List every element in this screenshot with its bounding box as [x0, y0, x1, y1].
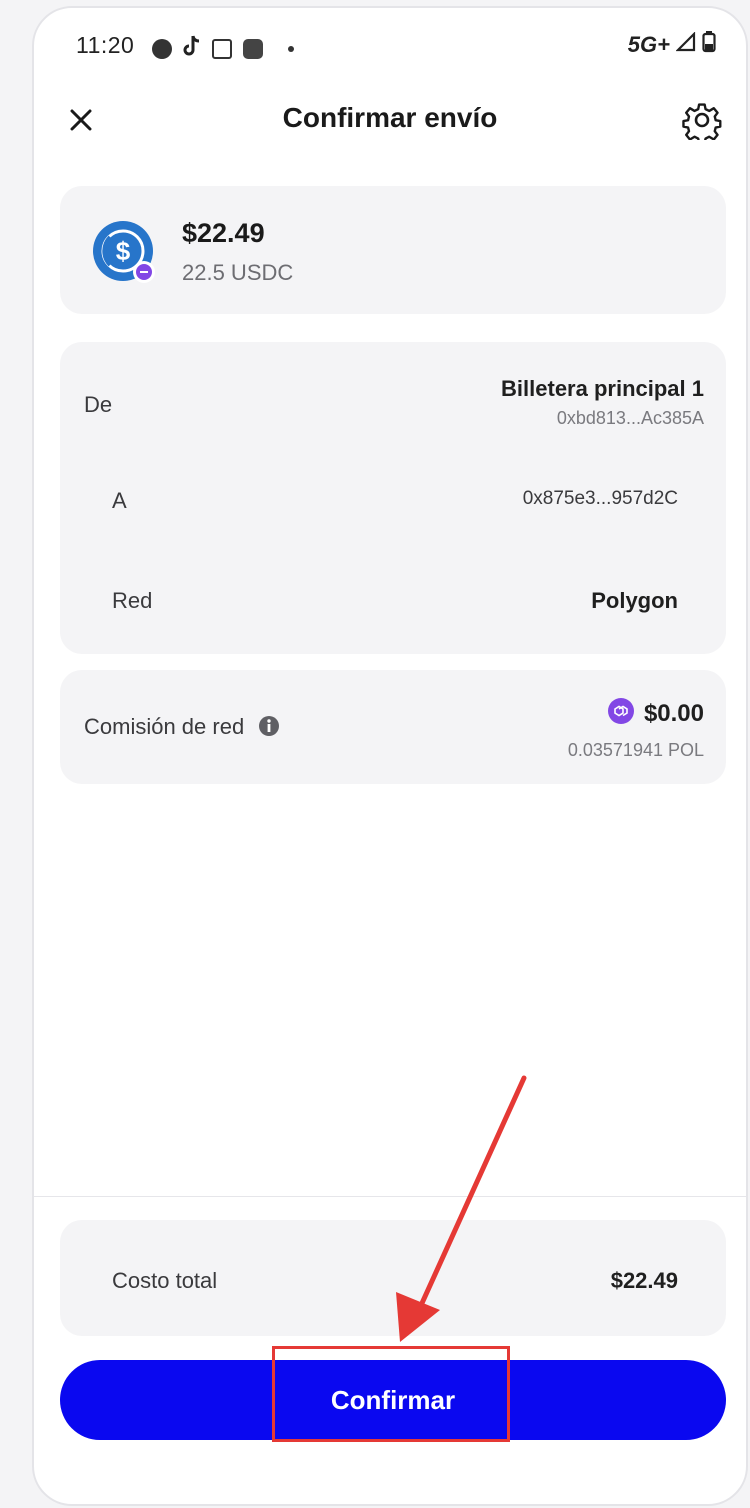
- status-bar: 11:20 5G+: [34, 8, 746, 88]
- footer-divider: [34, 1196, 746, 1197]
- fee-value: $0.00: [607, 698, 704, 729]
- cast-icon: [212, 38, 232, 59]
- send-amount-token: 22.5 USDC: [182, 260, 294, 285]
- phone-screen: 11:20 5G+ Confirmar envío $ $22.49 22.5 …: [32, 6, 748, 1506]
- confirm-button[interactable]: Confirmar: [60, 1360, 726, 1440]
- send-amount: $22.49: [182, 218, 265, 248]
- amount-card: $ $22.49 22.5 USDC: [60, 186, 726, 314]
- signal-icon: [675, 31, 696, 57]
- total-label: Costo total: [112, 1268, 218, 1293]
- to-label: A: [112, 488, 127, 513]
- status-right: 5G+: [628, 31, 716, 58]
- to-address[interactable]: 0x875e3...957d2C: [523, 488, 678, 510]
- network-type: 5G+: [627, 31, 670, 57]
- polygon-icon: [607, 698, 634, 729]
- fee-label: Comisión de red: [84, 714, 245, 739]
- usdc-icon: $: [92, 220, 158, 286]
- from-label: De: [84, 392, 113, 417]
- status-time: 11:20: [76, 32, 135, 58]
- from-address: 0xbd813...Ac385A: [556, 408, 704, 428]
- app-icon: [243, 38, 263, 59]
- dot-icon: [288, 45, 294, 52]
- network-value: Polygon: [591, 588, 678, 613]
- fee-label-row: Comisión de red: [84, 714, 280, 740]
- status-notification-icons: [152, 35, 294, 62]
- total-card: Costo total $22.49: [60, 1220, 726, 1336]
- fee-card: Comisión de red $0.00 0.03571941 POL: [60, 670, 726, 784]
- info-icon[interactable]: [258, 715, 280, 737]
- from-wallet-name: Billetera principal 1: [501, 376, 704, 401]
- network-label: Red: [112, 588, 153, 613]
- details-card: De Billetera principal 1 0xbd813...Ac385…: [60, 342, 726, 654]
- fee-amount-token: 0.03571941 POL: [567, 740, 704, 760]
- fee-amount: $0.00: [643, 699, 704, 727]
- gear-icon: [682, 103, 722, 145]
- page-title: Confirmar envío: [282, 102, 498, 133]
- settings-button[interactable]: [682, 100, 722, 145]
- total-value: $22.49: [610, 1268, 678, 1293]
- svg-text:$: $: [116, 236, 131, 266]
- notification-icon: [152, 38, 172, 59]
- battery-icon: [702, 31, 716, 58]
- tiktok-icon: [183, 35, 201, 62]
